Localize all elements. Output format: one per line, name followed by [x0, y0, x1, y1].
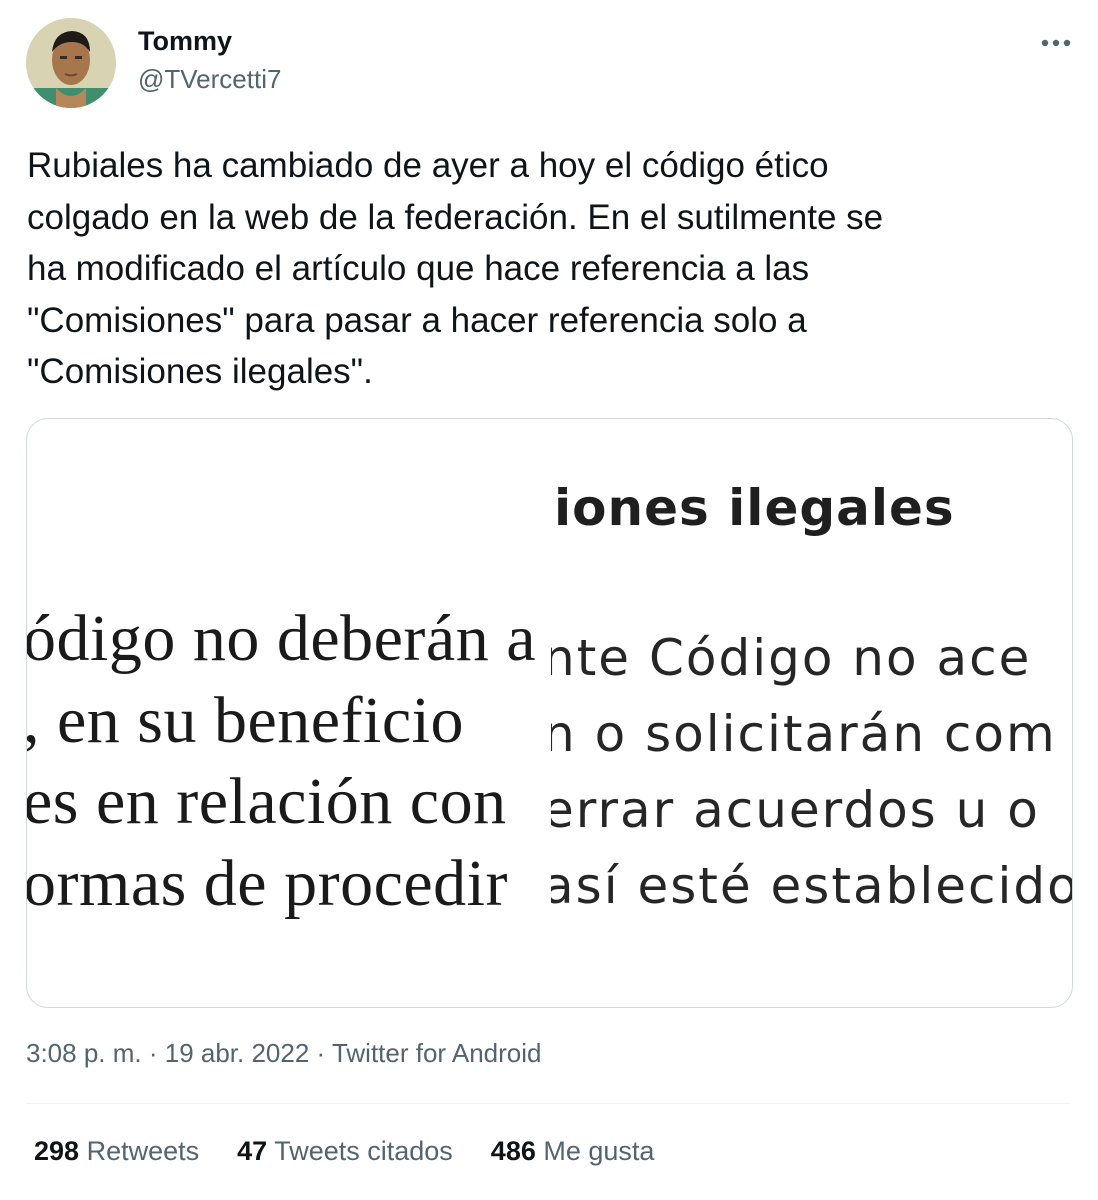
retweets-label: Retweets — [86, 1136, 200, 1166]
avatar[interactable] — [26, 18, 116, 108]
tweet: Tommy @TVercetti7 Rubiales ha cambiado d… — [0, 0, 1098, 1200]
meta-separator: · — [309, 1038, 332, 1068]
author-handle: @TVercetti7 — [138, 64, 282, 94]
media-left-line: , en su beneficio — [27, 684, 465, 757]
retweets-count: 298 — [34, 1136, 80, 1166]
meta-separator: · — [141, 1038, 165, 1068]
media-right-line: así esté establecido — [551, 857, 1072, 915]
media-left-line: ódigo no deberán a — [27, 602, 536, 675]
media-right-line: n o solicitarán com — [551, 705, 1057, 763]
likes-count: 486 — [490, 1136, 536, 1166]
quotes-count: 47 — [237, 1136, 268, 1166]
quote-tweets-stat[interactable]: 47 Tweets citados — [237, 1136, 453, 1167]
avatar-image — [26, 18, 116, 108]
tweet-media-image[interactable]: ódigo no deberán a , en su beneficio es … — [26, 418, 1073, 1008]
tweet-meta: 3:08 p. m. · 19 abr. 2022 · Twitter for … — [26, 1038, 542, 1069]
media-right-heading: iones ilegales — [554, 479, 955, 537]
media-left-crop: ódigo no deberán a , en su beneficio es … — [27, 419, 551, 1007]
retweets-stat[interactable]: 298 Retweets — [34, 1136, 199, 1167]
tweet-source[interactable]: Twitter for Android — [332, 1038, 542, 1068]
divider — [26, 1103, 1071, 1104]
more-horizontal-icon — [1041, 39, 1071, 47]
media-left-line: es en relación con — [27, 765, 507, 838]
quotes-label: Tweets citados — [274, 1136, 453, 1166]
tweet-text: Rubiales ha cambiado de ayer a hoy el có… — [27, 146, 884, 391]
author-name[interactable]: Tommy — [138, 26, 232, 57]
media-right-line: nte Código no ace — [551, 629, 1032, 687]
likes-stat[interactable]: 486 Me gusta — [491, 1136, 655, 1167]
media-right-line: errar acuerdos u o — [551, 781, 1040, 839]
more-options-button[interactable] — [1034, 28, 1078, 58]
tweet-time[interactable]: 3:08 p. m. — [26, 1038, 142, 1068]
media-left-line: ormas de procedir — [27, 847, 508, 920]
likes-label: Me gusta — [543, 1136, 655, 1166]
media-right-crop: iones ilegales nte Código no ace n o sol… — [551, 419, 1072, 1007]
tweet-stats: 298 Retweets 47 Tweets citados 486 Me gu… — [34, 1136, 654, 1167]
tweet-date[interactable]: 19 abr. 2022 — [165, 1038, 310, 1068]
